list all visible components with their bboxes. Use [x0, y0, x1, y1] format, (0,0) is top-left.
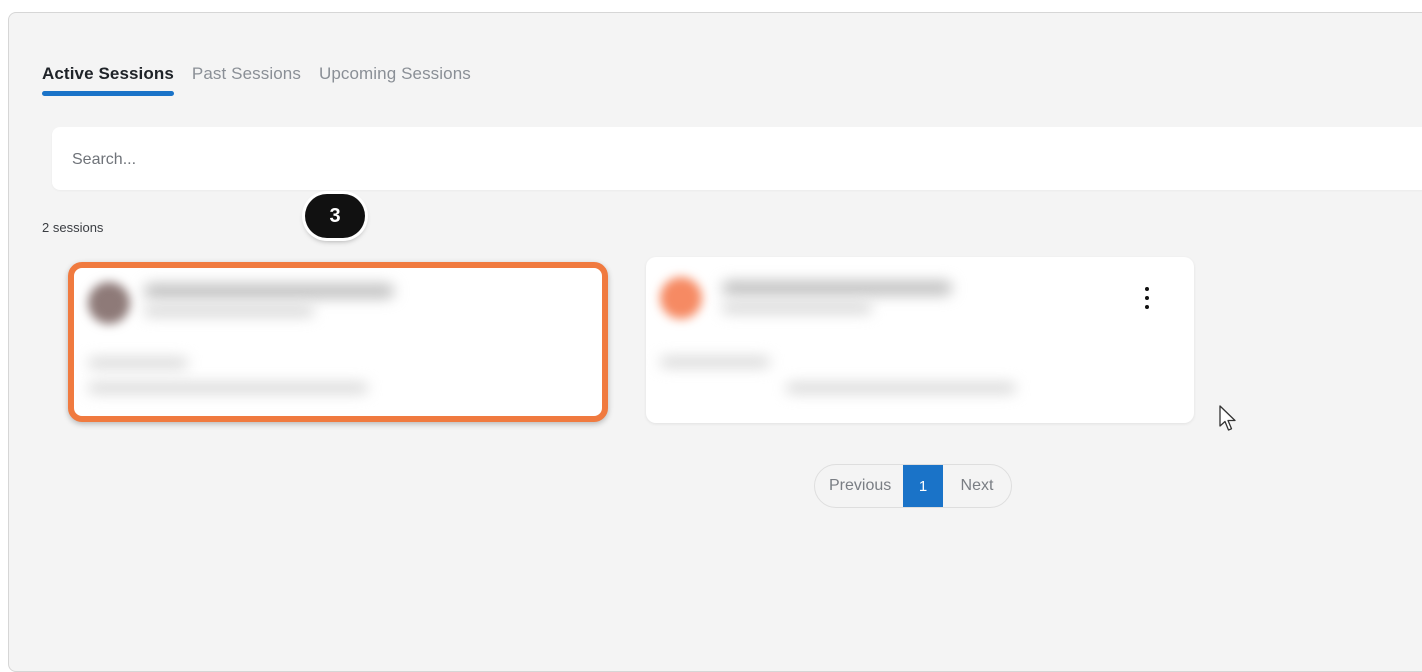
blurred-content: [786, 383, 1016, 393]
search-input[interactable]: [70, 127, 1414, 192]
blurred-content: [144, 306, 314, 316]
blurred-content: [144, 284, 394, 298]
avatar: [88, 282, 130, 324]
tab-past-sessions[interactable]: Past Sessions: [192, 64, 301, 94]
session-tabs: Active Sessions Past Sessions Upcoming S…: [42, 64, 471, 96]
tab-active-sessions[interactable]: Active Sessions: [42, 64, 174, 96]
page-1-button[interactable]: 1: [903, 465, 943, 507]
mouse-cursor-icon: [1219, 405, 1236, 431]
next-page-button[interactable]: Next: [943, 465, 1011, 507]
previous-page-button[interactable]: Previous: [815, 465, 903, 507]
search-box: [52, 127, 1422, 192]
session-card[interactable]: [68, 262, 608, 422]
blurred-content: [722, 281, 952, 295]
pagination: Previous 1 Next: [814, 464, 1012, 508]
more-vertical-icon[interactable]: [1142, 287, 1152, 309]
blurred-content: [722, 303, 872, 313]
step-badge: 3: [305, 194, 365, 238]
blurred-content: [88, 358, 188, 368]
session-card[interactable]: [646, 257, 1194, 423]
blurred-content: [660, 357, 770, 367]
tab-upcoming-sessions[interactable]: Upcoming Sessions: [319, 64, 471, 94]
blurred-content: [88, 383, 368, 393]
avatar: [660, 277, 702, 319]
session-count: 2 sessions: [42, 220, 104, 235]
